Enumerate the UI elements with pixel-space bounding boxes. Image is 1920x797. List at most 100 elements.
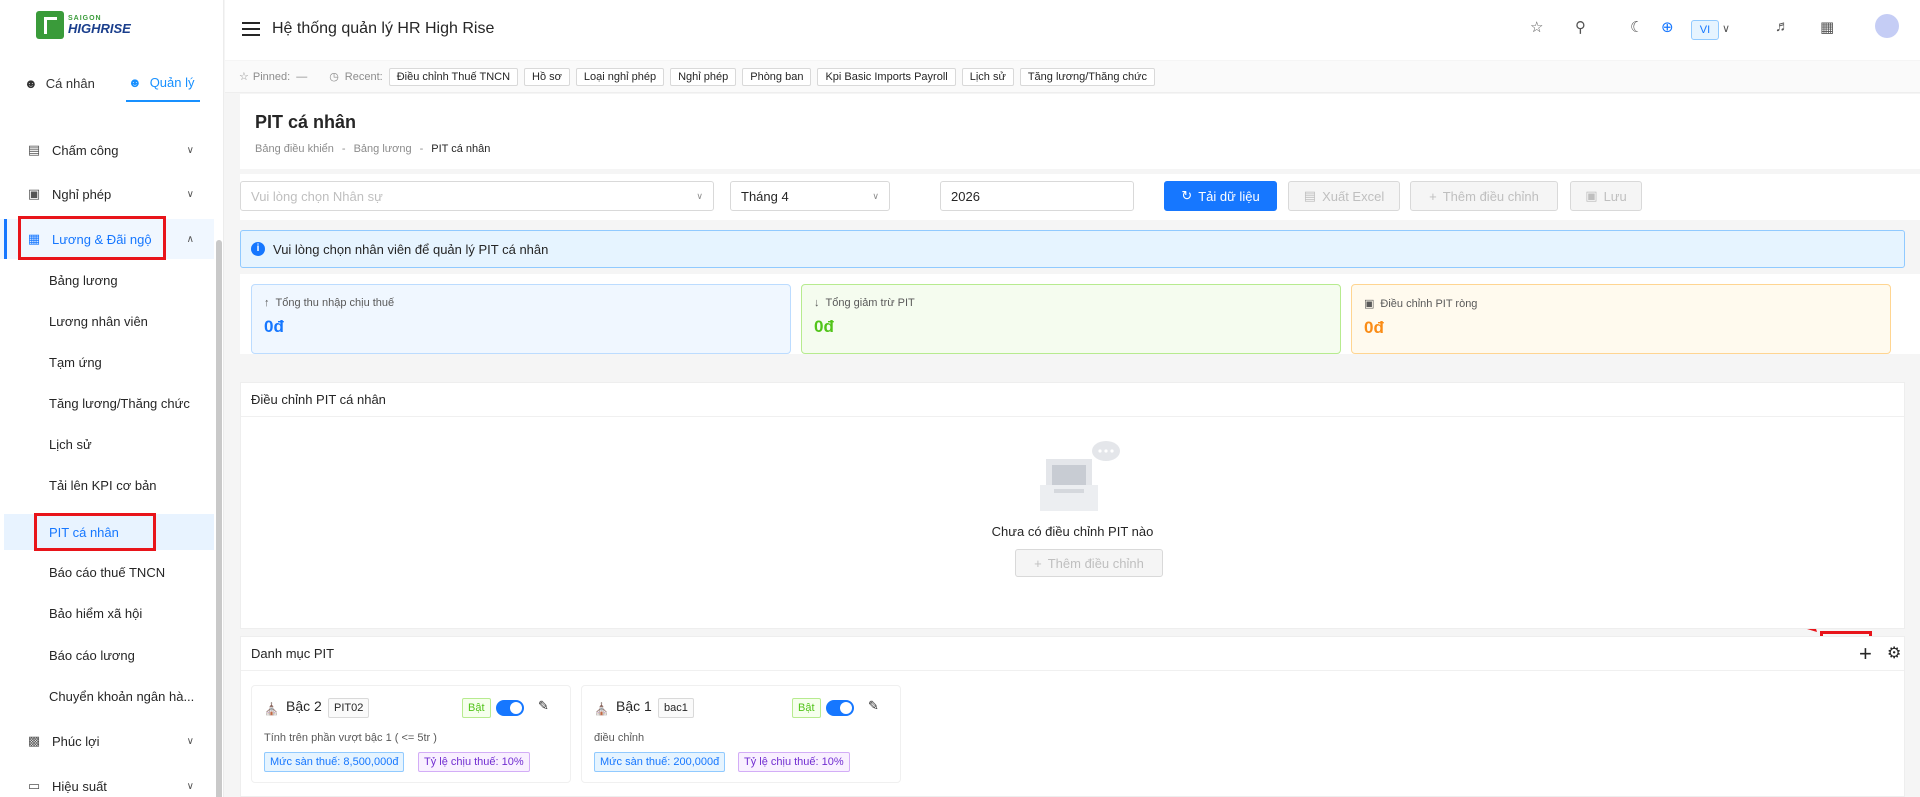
edit-pencil-icon[interactable]: ✎ xyxy=(538,698,549,714)
breadcrumb-item[interactable]: Bảng lương xyxy=(354,143,412,155)
save-button[interactable]: ▣ Lưu xyxy=(1570,181,1642,211)
pit-card: ⛪ Bậc 2 PIT02 Bật ✎ Tính trên phần vượt … xyxy=(251,685,571,783)
chevron-down-icon: ∨ xyxy=(186,144,194,156)
recent-chip[interactable]: Phòng ban xyxy=(742,67,812,86)
sidebar-sub-item[interactable]: Chuyển khoản ngân hà... xyxy=(0,678,214,714)
bell-icon[interactable]: ♬ xyxy=(1775,18,1790,35)
page-title: PIT cá nhân xyxy=(255,112,357,132)
user-icon: ☻ xyxy=(24,75,38,91)
sidebar-sub-item[interactable]: Báo cáo thuế TNCN xyxy=(0,554,214,590)
pit-card-code: PIT02 xyxy=(328,698,370,718)
summary-stats: ↑ Tổng thu nhập chịu thuế 0đ ↓ Tổng giảm t… xyxy=(240,274,1920,354)
car-icon: ▣ xyxy=(27,186,41,201)
pinned-recent-bar: ☆ Pinned: — ◷ Recent: Điều chỉnh Thuế TN… xyxy=(225,61,1920,93)
export-excel-label: Xuất Excel xyxy=(1322,188,1385,204)
stat-pit-deduction: ↓ Tổng giảm trừ PIT 0đ xyxy=(801,284,1341,354)
status-badge: Bật xyxy=(792,698,821,718)
chevron-down-icon: ∨ xyxy=(186,735,194,747)
menu-item-benefits[interactable]: ▩ Phúc lợi ∨ xyxy=(0,721,214,761)
pit-catalog-panel: Danh mục PIT + ⚙ ⛪ Bậc 2 PIT02 Bật ✎ Tín… xyxy=(240,636,1905,797)
panel-title: Danh mục PIT xyxy=(241,637,1904,671)
stat-taxable-income: ↑ Tổng thu nhập chịu thuế 0đ xyxy=(251,284,791,354)
user-mode-tabs: ☻ Cá nhân ☻ Quản lý xyxy=(0,60,223,102)
language-selector[interactable]: VI xyxy=(1691,20,1719,40)
recent-chip[interactable]: Nghỉ phép xyxy=(670,67,737,86)
breadcrumb-separator: - xyxy=(341,143,346,155)
enable-toggle[interactable] xyxy=(826,700,854,716)
breadcrumb-separator: - xyxy=(419,143,424,155)
add-pit-button[interactable]: + xyxy=(1859,641,1872,667)
stat-value: 0đ xyxy=(264,317,284,336)
pin-icon: ☆ xyxy=(239,71,249,83)
add-adjustment-label: Thêm điều chỉnh xyxy=(1442,188,1539,204)
add-circle-icon[interactable]: ⊕ xyxy=(1661,18,1674,36)
sidebar-sub-item[interactable]: Tạm ứng xyxy=(0,344,214,380)
recent-chip[interactable]: Kpi Basic Imports Payroll xyxy=(817,67,956,86)
employee-select[interactable]: Vui lòng chọn Nhân sự ∨ xyxy=(240,181,714,211)
employee-select-placeholder: Vui lòng chọn Nhân sự xyxy=(251,188,383,204)
company-logo[interactable]: SAIGON HIGHRISE xyxy=(36,10,131,40)
chevron-down-icon: ∨ xyxy=(186,188,194,200)
export-excel-button[interactable]: ▤ Xuất Excel xyxy=(1288,181,1400,211)
empty-state-text: Chưa có điều chỉnh PIT nào xyxy=(991,524,1154,539)
sidebar-scrollbar[interactable] xyxy=(216,240,222,797)
menu-item-performance[interactable]: ▭ Hiệu suất ∨ xyxy=(0,766,214,797)
plus-icon: + xyxy=(1034,555,1042,571)
info-alert: i Vui lòng chọn nhân viên để quản lý PIT… xyxy=(240,230,1905,268)
chevron-down-icon: ∨ xyxy=(186,780,194,792)
sidebar: SAIGON HIGHRISE ☻ Cá nhân ☻ Quản lý ▤ Ch… xyxy=(0,0,224,797)
sidebar-sub-item[interactable]: Bảng lương xyxy=(0,262,214,298)
search-icon[interactable]: ⚲ xyxy=(1575,18,1586,36)
empty-add-label: Thêm điều chỉnh xyxy=(1047,555,1144,571)
sidebar-sub-item[interactable]: Lịch sử xyxy=(0,426,214,462)
recent-chip[interactable]: Điều chỉnh Thuế TNCN xyxy=(388,67,519,86)
logo-mark-icon xyxy=(36,11,64,39)
avatar[interactable] xyxy=(1875,14,1899,38)
pit-card: ⛪ Bậc 1 bac1 Bật ✎ điều chỉnh Mức sàn th… xyxy=(581,685,901,783)
chevron-down-icon[interactable]: ∨ xyxy=(1722,22,1730,35)
tax-rate-tag: Tỷ lệ chịu thuế: 10% xyxy=(418,752,530,772)
recent-chip[interactable]: Tăng lương/Thăng chức xyxy=(1019,67,1155,86)
sidebar-sub-item[interactable]: Tải lên KPI cơ bản xyxy=(0,467,214,503)
empty-add-adjustment-button[interactable]: + Thêm điều chỉnh xyxy=(1015,549,1163,577)
pit-card-code: bac1 xyxy=(658,698,694,718)
menu-item-attendance[interactable]: ▤ Chấm công ∨ xyxy=(0,130,214,170)
stat-net-adjustment: ▣ Điều chỉnh PIT ròng 0đ xyxy=(1351,284,1891,354)
edit-pencil-icon[interactable]: ✎ xyxy=(868,698,879,714)
recent-chip[interactable]: Loại nghỉ phép xyxy=(575,67,665,86)
month-select[interactable]: Tháng 4 ∨ xyxy=(730,181,890,211)
stat-value: 0đ xyxy=(1364,318,1384,337)
menu-item-leave[interactable]: ▣ Nghỉ phép ∨ xyxy=(0,174,214,214)
sidebar-sub-item[interactable]: Bảo hiểm xã hội xyxy=(0,595,214,631)
calendar-icon[interactable]: ▦ xyxy=(1820,18,1834,36)
settings-gear-icon[interactable]: ⚙ xyxy=(1887,643,1901,663)
arrow-up-icon: ↑ xyxy=(264,297,270,309)
star-icon[interactable]: ☆ xyxy=(1530,18,1543,36)
recent-chip[interactable]: Lịch sử xyxy=(961,67,1014,86)
menu-toggle-icon[interactable] xyxy=(242,22,260,36)
breadcrumb: Bảng điều khiển - Bảng lương - PIT cá nh… xyxy=(255,143,490,155)
file-icon: ▤ xyxy=(1303,188,1317,203)
pit-catalog-title: Danh mục PIT xyxy=(251,646,335,661)
breadcrumb-item[interactable]: Bảng điều khiển xyxy=(255,143,334,155)
pit-card-name: Bậc 1 xyxy=(616,698,652,714)
empty-state: Chưa có điều chỉnh PIT nào + Thêm điều c… xyxy=(241,419,1904,589)
filter-toolbar: Vui lòng chọn Nhân sự ∨ Tháng 4 ∨ 2026 ↻… xyxy=(240,174,1920,220)
add-adjustment-button[interactable]: + Thêm điều chỉnh xyxy=(1410,181,1558,211)
year-input[interactable]: 2026 xyxy=(940,181,1134,211)
tab-manage-label: Quản lý xyxy=(149,74,195,90)
enable-toggle[interactable] xyxy=(496,700,524,716)
recent-chip[interactable]: Hồ sơ xyxy=(524,67,570,86)
load-data-button[interactable]: ↻ Tải dữ liệu xyxy=(1164,181,1277,211)
arrow-down-icon: ↓ xyxy=(814,297,820,309)
sidebar-sub-item[interactable]: Tăng lương/Thăng chức xyxy=(0,385,214,421)
tab-manage[interactable]: ☻ Quản lý xyxy=(126,64,200,102)
sidebar-sub-item[interactable]: Lương nhân viên xyxy=(0,303,214,339)
tab-personal[interactable]: ☻ Cá nhân xyxy=(22,64,97,102)
moon-icon[interactable]: ☾ xyxy=(1630,18,1643,36)
empty-inbox-icon xyxy=(1040,441,1120,511)
breadcrumb-current: PIT cá nhân xyxy=(431,143,491,155)
chevron-down-icon: ∨ xyxy=(872,190,879,201)
sidebar-sub-item[interactable]: Báo cáo lương xyxy=(0,637,214,673)
load-data-label: Tải dữ liệu xyxy=(1198,188,1260,204)
